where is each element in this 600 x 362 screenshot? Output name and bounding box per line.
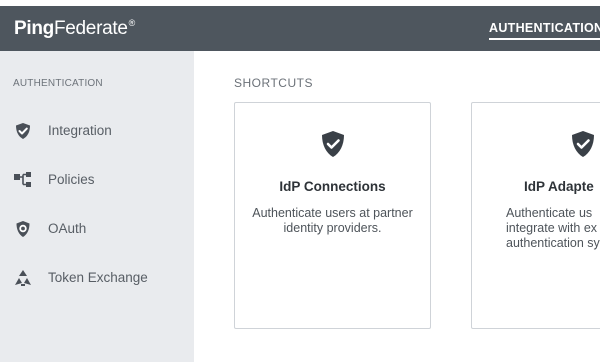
sidebar-item-label: Policies <box>48 172 95 187</box>
sidebar-item-oauth[interactable]: OAuth <box>0 211 194 247</box>
shortcut-card-idp-adapters[interactable]: IdP Adapte Authenticate us integrate wit… <box>471 102 600 329</box>
nav-authentication[interactable]: AUTHENTICATION <box>489 21 600 40</box>
shield-check-icon <box>572 131 594 157</box>
sidebar-item-label: Integration <box>48 123 112 138</box>
sidebar-item-policies[interactable]: Policies <box>0 162 194 198</box>
oauth-shield-icon <box>16 221 30 237</box>
shield-check-icon <box>321 131 344 157</box>
shortcuts-heading: SHORTCUTS <box>234 76 313 90</box>
card-description: Authenticate us integrate with ex authen… <box>506 206 600 250</box>
shield-check-icon <box>16 123 30 139</box>
pingfederate-logo[interactable]: PingFederate® <box>14 18 135 40</box>
logo-bold-text: Ping <box>14 18 54 39</box>
card-title: IdP Adapte <box>524 179 594 194</box>
card-title: IdP Connections <box>279 179 386 194</box>
policy-tree-icon <box>14 172 31 187</box>
sidebar-item-token-exchange[interactable]: Token Exchange <box>0 260 194 296</box>
sidebar: AUTHENTICATION Integration Policies OAut… <box>0 51 194 362</box>
logo-registered-mark: ® <box>128 18 136 28</box>
logo-light-text: Federate <box>53 18 128 39</box>
sidebar-item-integration[interactable]: Integration <box>0 113 194 149</box>
sidebar-item-label: Token Exchange <box>48 270 148 285</box>
token-exchange-icon <box>15 270 31 286</box>
card-description: Authenticate users at partner identity p… <box>252 206 413 235</box>
sidebar-item-label: OAuth <box>48 221 87 236</box>
shortcut-card-idp-connections[interactable]: IdP Connections Authenticate users at pa… <box>234 102 431 329</box>
top-header: PingFederate® AUTHENTICATION <box>0 6 600 51</box>
sidebar-heading: AUTHENTICATION <box>13 78 103 89</box>
